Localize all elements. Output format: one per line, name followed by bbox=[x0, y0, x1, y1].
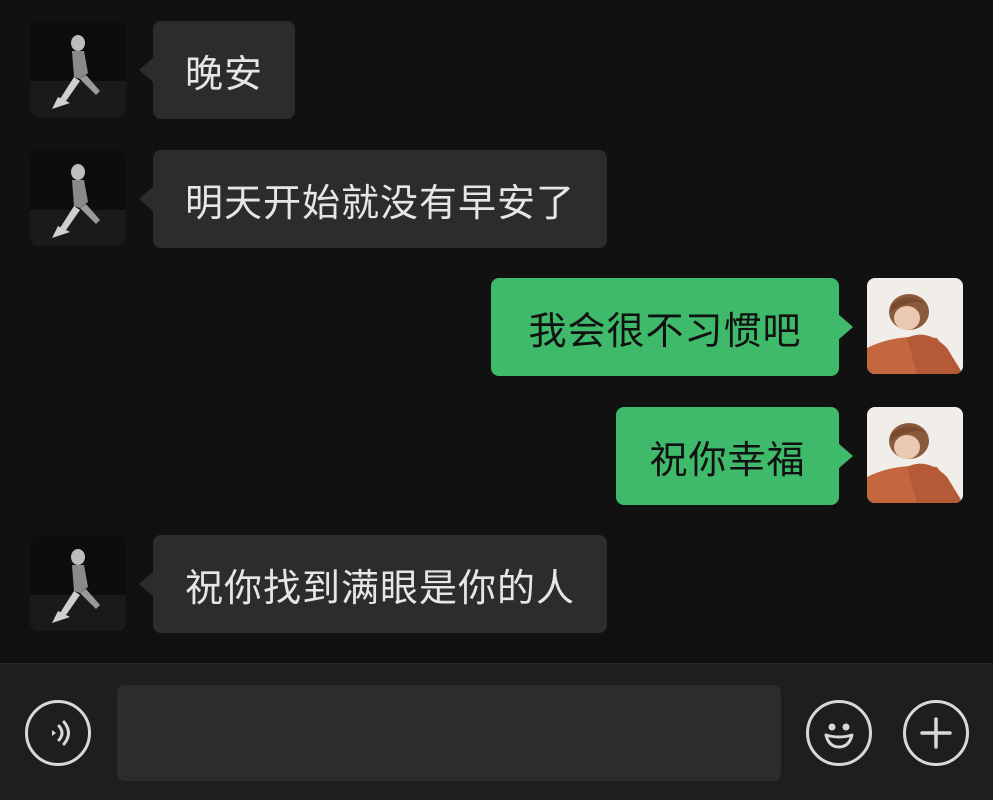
more-button[interactable] bbox=[903, 700, 969, 766]
emoji-button[interactable] bbox=[806, 700, 872, 766]
chat-message-list[interactable]: 晚安 明天开始就没有早安了 我会很不习惯吧 祝你幸福 祝你找到满眼是你的人 bbox=[0, 0, 993, 663]
self-photo-image bbox=[867, 278, 963, 374]
message-bubble[interactable]: 祝你幸福 bbox=[616, 407, 853, 505]
emoji-icon bbox=[824, 723, 854, 749]
contact-avatar[interactable] bbox=[30, 21, 126, 117]
voice-button[interactable] bbox=[25, 700, 91, 766]
message-bubble[interactable]: 祝你找到满眼是你的人 bbox=[138, 535, 608, 633]
voice-icon bbox=[52, 720, 70, 746]
input-bar bbox=[0, 663, 993, 800]
message-bubble[interactable]: 我会很不习惯吧 bbox=[491, 278, 853, 376]
plus-icon bbox=[920, 717, 952, 749]
message-bubble[interactable]: 晚安 bbox=[138, 21, 296, 119]
self-photo-image bbox=[867, 407, 963, 503]
contact-photo-image bbox=[30, 150, 126, 246]
contact-photo-image bbox=[30, 535, 126, 631]
contact-avatar[interactable] bbox=[30, 535, 126, 631]
self-avatar[interactable] bbox=[867, 407, 963, 503]
contact-photo-image bbox=[30, 21, 126, 117]
contact-avatar[interactable] bbox=[30, 150, 126, 246]
message-input[interactable] bbox=[117, 685, 781, 781]
message-bubble[interactable]: 明天开始就没有早安了 bbox=[138, 150, 608, 248]
self-avatar[interactable] bbox=[867, 278, 963, 374]
